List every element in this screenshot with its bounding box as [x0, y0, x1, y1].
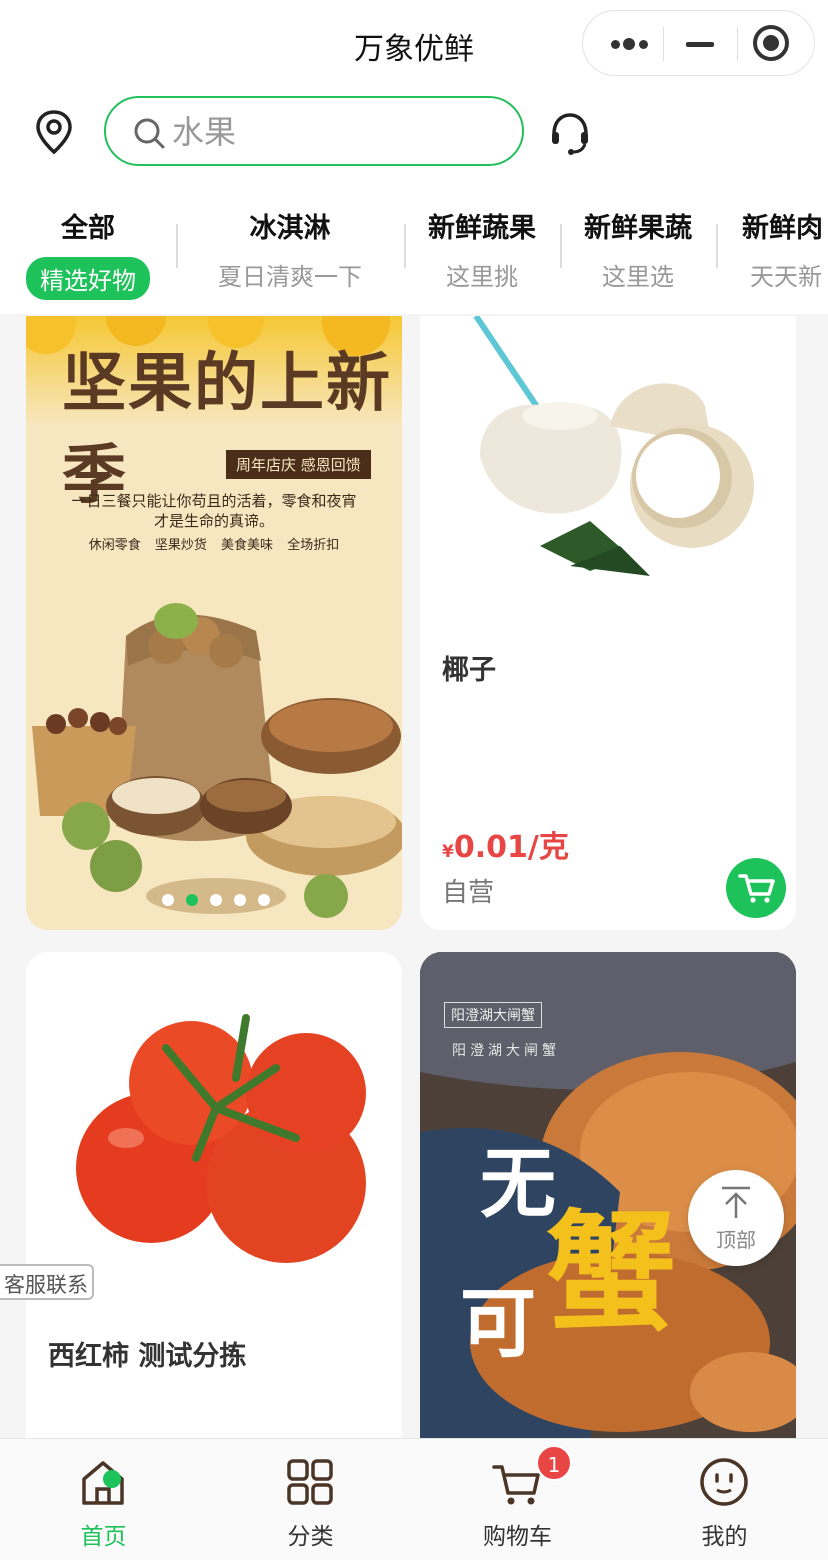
- tab-fresh-vegetables[interactable]: 新鲜蔬果 这里挑: [420, 206, 544, 292]
- tabbar-profile[interactable]: 我的: [621, 1439, 828, 1560]
- product-name: 西红柿 测试分拣: [48, 1341, 247, 1372]
- tabbar-label: 分类: [287, 1524, 334, 1550]
- tab-name: 冰淇淋: [249, 213, 331, 244]
- add-to-cart-button[interactable]: [726, 858, 786, 918]
- banner-slogan: 才是生命的真谛。: [153, 512, 274, 530]
- tabbar-home[interactable]: 首页: [0, 1439, 207, 1560]
- product-name: 椰子: [442, 655, 496, 686]
- tab-divider: [716, 224, 718, 268]
- crab-ad-text: 蟹: [546, 1196, 677, 1349]
- minimize-icon[interactable]: [683, 27, 717, 61]
- carousel-dot[interactable]: [210, 894, 222, 906]
- tab-divider: [404, 224, 406, 268]
- currency-symbol: ¥: [442, 842, 454, 862]
- tab-fresh-meat[interactable]: 新鲜肉 天天新: [742, 206, 828, 292]
- banner-slogan: 一日三餐只能让你苟且的活着，零食和夜宵: [71, 492, 357, 510]
- crab-ad-text: 可: [460, 1279, 536, 1368]
- capsule-divider: [663, 27, 664, 61]
- crab-ad-tag: 阳澄湖大闸蟹: [444, 1002, 542, 1028]
- more-icon[interactable]: [605, 27, 675, 61]
- profile-icon: [700, 1458, 748, 1506]
- tabbar-label: 首页: [80, 1524, 127, 1550]
- search-box[interactable]: [104, 96, 524, 166]
- carousel-dot-active[interactable]: [186, 894, 198, 906]
- mini-program-capsule: [582, 10, 815, 76]
- crab-ad-text: 无: [480, 1139, 556, 1228]
- promo-banner[interactable]: 坚果的上新季 周年店庆 感恩回馈 一日三餐只能让你苟且的活着，零食和夜宵 才是生…: [26, 316, 402, 930]
- capsule-divider: [737, 27, 738, 61]
- tab-subtitle: 天天新: [750, 263, 822, 291]
- product-card[interactable]: 椰子 ¥0.01/克 自营: [420, 316, 796, 930]
- back-to-top-button[interactable]: 顶部: [688, 1170, 784, 1266]
- home-icon: [82, 1461, 124, 1505]
- cart-icon: [492, 1465, 540, 1505]
- tab-subtitle: 这里挑: [446, 263, 518, 291]
- tabbar-label: 我的: [701, 1524, 748, 1550]
- carousel-dot[interactable]: [162, 894, 174, 906]
- carousel-dot[interactable]: [258, 894, 270, 906]
- banner-keywords: 休闲零食 坚果炒货 美食美味 全场折扣: [88, 538, 340, 553]
- banner-title: 坚果的上新季: [62, 346, 392, 513]
- search-input[interactable]: [172, 110, 502, 154]
- search-row: [0, 88, 828, 188]
- title-bar: 万象优鲜: [0, 0, 828, 88]
- shop-tag: 自营: [442, 878, 495, 908]
- tabbar-label: 购物车: [483, 1524, 552, 1550]
- close-icon[interactable]: [753, 25, 789, 61]
- tabbar-category[interactable]: 分类: [207, 1439, 414, 1560]
- tab-all[interactable]: 全部 精选好物: [22, 206, 154, 300]
- tab-subtitle: 精选好物: [26, 257, 150, 300]
- arrow-up-icon: [722, 1186, 750, 1218]
- tab-fresh-fruits[interactable]: 新鲜果蔬 这里选: [576, 206, 700, 292]
- coconut-image: [473, 316, 754, 576]
- back-to-top-label: 顶部: [716, 1228, 756, 1252]
- carousel-dot[interactable]: [234, 894, 246, 906]
- tab-name: 全部: [61, 213, 115, 244]
- tab-name: 新鲜果蔬: [584, 213, 692, 244]
- headset-icon[interactable]: [548, 108, 592, 156]
- tab-ice-cream[interactable]: 冰淇淋 夏日清爽一下: [200, 206, 380, 292]
- tab-name: 新鲜肉: [742, 213, 823, 244]
- category-tabs: 全部 精选好物 冰淇淋 夏日清爽一下 新鲜蔬果 这里挑 新鲜果蔬 这里选 新鲜肉…: [0, 188, 828, 314]
- tab-subtitle: 夏日清爽一下: [218, 263, 362, 291]
- cart-badge: 1: [536, 1445, 572, 1481]
- tab-subtitle: 这里选: [602, 263, 674, 291]
- price-value: 0.01/克: [453, 830, 569, 865]
- tab-name: 新鲜蔬果: [428, 213, 536, 244]
- search-icon: [134, 118, 165, 149]
- tab-divider: [176, 224, 178, 268]
- banner-tag: 周年店庆 感恩回馈: [226, 450, 371, 479]
- product-price: ¥0.01/克: [442, 822, 569, 866]
- tabbar-cart[interactable]: 1 购物车: [414, 1439, 621, 1560]
- tomato-image: [76, 1014, 366, 1263]
- cart-icon: [738, 874, 775, 903]
- bottom-tab-bar: 首页 分类 1 购物车 我的: [0, 1438, 828, 1560]
- crab-ad-subtitle: 阳澄湖大闸蟹: [452, 1043, 560, 1059]
- customer-service-button[interactable]: 客服联系: [0, 1264, 94, 1300]
- location-icon[interactable]: [30, 108, 78, 156]
- grid-icon: [287, 1459, 333, 1505]
- tab-divider: [560, 224, 562, 268]
- nuts-image: [32, 603, 402, 918]
- product-card[interactable]: 西红柿 测试分拣: [26, 952, 402, 1442]
